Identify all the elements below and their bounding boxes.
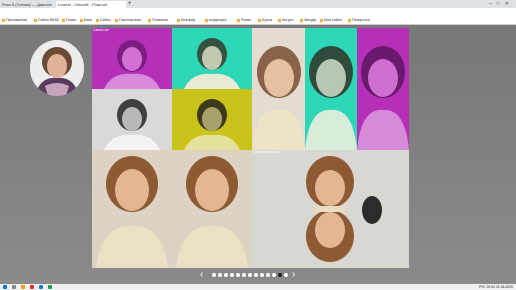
bookmark-item[interactable]: Пятерочка [348,17,370,24]
taskbar: РУС 20:04 21.06.2020 [0,284,516,290]
cell-label: Самостоятельно [253,150,280,154]
word-icon[interactable] [39,285,43,289]
pagination-dot[interactable] [224,273,228,277]
pagination-dot[interactable] [260,273,264,277]
language-indicator[interactable]: РУС [479,285,486,289]
video-cell-magenta-wide[interactable] [357,28,409,150]
avatar[interactable] [30,40,84,96]
pagination-dot[interactable] [230,273,234,277]
bookmark-item[interactable]: Wordpay [177,17,195,24]
bookmark-item[interactable]: Ролик [237,17,251,24]
cell-label: Самостоя [93,28,109,32]
address-bar-row: ← → ↻ powerd.com/c/c/ ☆●●●⋮ [0,8,516,24]
bookmarks-bar: Приложения Сайты ВКАЕ Поиск Банк Сайты П… [0,17,516,25]
bookmark-item[interactable]: Приложения [2,17,27,24]
browser-tab-bar: Роза К (Голова) — Диалоги Блогов Lowest … [0,0,516,8]
pagination-dot[interactable] [278,273,282,277]
chrome-icon[interactable] [30,285,34,289]
pagination-dot[interactable] [266,273,270,277]
plus-icon[interactable]: + [128,0,132,8]
video-cell-mirror[interactable] [92,150,252,268]
bookmark-item[interactable]: Полезное [148,17,168,24]
search-icon[interactable] [12,285,16,289]
bookmark-item[interactable]: Звезды [300,17,316,24]
clock-time: 20:04 [486,285,496,289]
video-cell-cyan-wide[interactable] [305,28,357,150]
system-tray[interactable]: РУС 20:04 21.06.2020 [479,284,513,290]
bookmark-item[interactable]: Мои сайты [320,17,342,24]
pagination-dot[interactable] [272,273,276,277]
pagination-dot[interactable] [242,273,246,277]
pagination-dot[interactable] [248,273,252,277]
bookmark-item[interactable]: Банк [80,17,92,24]
window-controls[interactable]: –□✕ [489,0,514,8]
video-cell-cyan[interactable] [172,28,252,89]
pagination-dot[interactable] [284,273,288,277]
excel-icon[interactable] [48,285,52,289]
video-cell-natural[interactable] [252,28,305,150]
bookmark-item[interactable]: Сайты ВКАЕ [34,17,59,24]
clock-date: 21.06.2020 [496,285,513,289]
folder-icon[interactable] [21,285,25,289]
pagination-dot[interactable] [254,273,258,277]
bookmark-item[interactable]: Сайты [96,17,111,24]
bookmark-item[interactable]: Актуал [278,17,294,24]
chevron-left-icon[interactable]: ‹ [200,270,203,280]
bookmark-item[interactable]: Партнерская [115,17,141,24]
start-icon[interactable] [3,285,7,289]
video-cell-grayscale[interactable] [92,89,172,150]
video-cell-kaleidoscope[interactable]: Самостоятельно [252,150,409,268]
browser-tab[interactable]: Роза К (Голова) — Диалоги Блогов [0,1,52,8]
video-cell-yellow[interactable] [172,89,252,150]
bookmark-item[interactable]: Курсы [258,17,272,24]
browser-tab-active[interactable]: Lowest - Cirkovle - Pinproof [56,1,126,8]
pagination-dot[interactable] [212,273,216,277]
pagination-dot[interactable] [236,273,240,277]
video-cell-magenta[interactable]: Самостоя [92,28,172,89]
pagination-dot[interactable] [218,273,222,277]
bookmark-item[interactable]: Поиск [62,17,76,24]
video-effects-grid: Самостоя Самостоятельно [92,28,409,268]
chevron-right-icon[interactable]: › [292,270,295,280]
bookmark-item[interactable]: вордепрес [205,17,227,24]
